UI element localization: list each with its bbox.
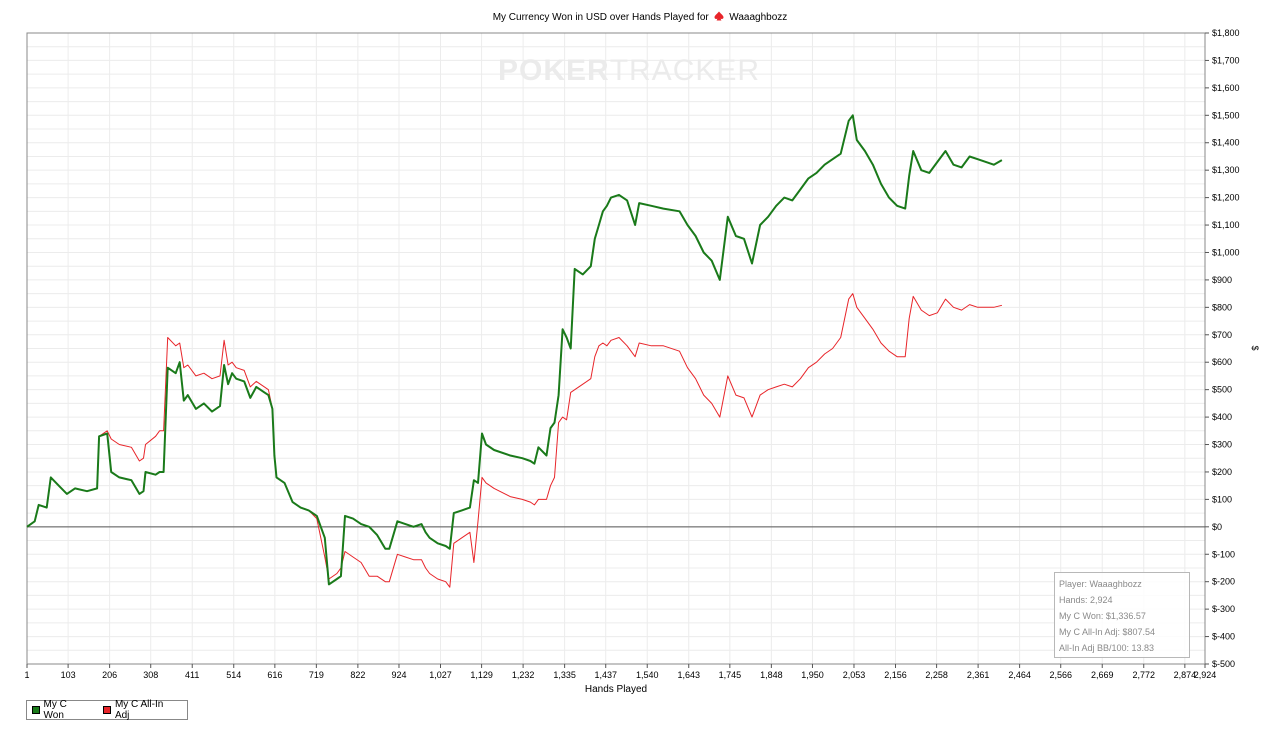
x-tick-label: 1,335 — [553, 670, 576, 680]
y-tick-label: $-200 — [1212, 577, 1235, 587]
x-tick-label: 411 — [185, 670, 199, 680]
y-tick-label: $1,700 — [1212, 55, 1240, 65]
y-tick-label: $1,500 — [1212, 110, 1240, 120]
y-tick-label: $-500 — [1212, 659, 1235, 669]
x-tick-label: 719 — [309, 670, 324, 680]
legend-swatch-adj — [103, 706, 111, 714]
stats-won: My C Won: $1,336.57 — [1059, 611, 1146, 621]
x-tick-label: 1,643 — [677, 670, 700, 680]
y-tick-label: $1,800 — [1212, 28, 1240, 38]
y-tick-label: $100 — [1212, 494, 1232, 504]
y-tick-label: $600 — [1212, 357, 1232, 367]
y-tick-label: $0 — [1212, 522, 1222, 532]
x-axis-ticks: 1 103 206 308 411 514 616 719 822 924 1,027 1,129 1,… — [24, 664, 1216, 680]
y-tick-label: $1,000 — [1212, 247, 1240, 257]
stats-player: Player: Waaaghbozz — [1059, 579, 1142, 589]
x-tick-label: 2,464 — [1008, 670, 1031, 680]
x-tick-label: 2,669 — [1091, 670, 1114, 680]
legend-item-adj[interactable]: My C All-In Adj — [103, 699, 175, 721]
legend-label-won: My C Won — [43, 699, 67, 721]
x-tick-label: 2,772 — [1132, 670, 1155, 680]
stats-bb100: All-In Adj BB/100: 13.83 — [1059, 643, 1155, 653]
y-tick-label: $400 — [1212, 412, 1232, 422]
pokertracker-logo: POKERTRACKER — [498, 54, 760, 88]
y-tick-label: $800 — [1212, 302, 1232, 312]
legend-item-won[interactable]: My C Won — [32, 699, 86, 721]
chart-legend: My C Won My C All-In Adj — [26, 699, 188, 721]
x-axis-label: Hands Played — [585, 684, 647, 695]
logo-tracker: TRACKER — [609, 54, 761, 87]
y-tick-label: $-400 — [1212, 632, 1235, 642]
legend-label-adj: My C All-In Adj — [114, 699, 164, 721]
chart-player-name: Waaaghbozz — [729, 12, 788, 23]
x-tick-label: 103 — [61, 670, 76, 680]
x-tick-label: 2,924 — [1194, 670, 1217, 680]
series-line-won — [26, 114, 1003, 586]
grid — [26, 32, 1206, 665]
y-axis-label: $ — [1250, 345, 1260, 350]
stats-box: Player: Waaaghbozz Hands: 2,924 My C Won… — [1054, 572, 1190, 658]
x-tick-label: 2,566 — [1049, 670, 1072, 680]
y-tick-label: $-300 — [1212, 604, 1235, 614]
logo-poker: POKER — [498, 54, 610, 87]
y-tick-label: $1,100 — [1212, 220, 1240, 230]
x-tick-label: 1,540 — [636, 670, 659, 680]
chart-title: My Currency Won in USD over Hands Played… — [0, 11, 1280, 23]
stats-hands: Hands: 2,924 — [1059, 595, 1113, 605]
y-tick-label: $1,400 — [1212, 138, 1240, 148]
x-tick-label: 1,848 — [760, 670, 783, 680]
x-tick-label: 1,437 — [594, 670, 617, 680]
y-tick-label: $900 — [1212, 275, 1232, 285]
y-tick-label: $500 — [1212, 385, 1232, 395]
x-tick-label: 924 — [391, 670, 406, 680]
y-axis-ticks: $1,800 $1,700 $1,600 $1,500 $1,400 $1,300 $1,2… — [1205, 28, 1240, 669]
x-tick-label: 1,950 — [801, 670, 824, 680]
series-layer — [26, 114, 1003, 588]
x-tick-label: 1,232 — [512, 670, 535, 680]
y-tick-label: $1,200 — [1212, 193, 1240, 203]
spade-suit-icon — [714, 11, 723, 21]
x-tick-label: 2,361 — [967, 670, 990, 680]
chart-title-text: My Currency Won in USD over Hands Played… — [492, 12, 709, 23]
x-tick-label: 2,874 — [1174, 670, 1197, 680]
y-tick-label: $700 — [1212, 330, 1232, 340]
y-tick-label: $300 — [1212, 440, 1232, 450]
x-tick-label: 822 — [350, 670, 365, 680]
x-tick-label: 514 — [226, 670, 241, 680]
y-tick-label: $-100 — [1212, 549, 1235, 559]
x-tick-label: 616 — [267, 670, 282, 680]
stats-adj: My C All-In Adj: $807.54 — [1059, 627, 1156, 637]
y-tick-label: $200 — [1212, 467, 1232, 477]
series-line-adj — [26, 293, 1003, 588]
x-tick-label: 308 — [143, 670, 158, 680]
x-tick-label: 2,053 — [843, 670, 866, 680]
x-tick-label: 206 — [102, 670, 117, 680]
x-tick-label: 1,129 — [470, 670, 493, 680]
x-tick-label: 2,156 — [884, 670, 907, 680]
x-tick-label: 1,027 — [429, 670, 452, 680]
x-tick-label: 1 — [24, 670, 29, 680]
x-tick-label: 2,258 — [925, 670, 948, 680]
x-tick-label: 1,745 — [719, 670, 742, 680]
y-tick-label: $1,300 — [1212, 165, 1240, 175]
y-tick-label: $1,600 — [1212, 83, 1240, 93]
legend-swatch-won — [32, 706, 40, 714]
